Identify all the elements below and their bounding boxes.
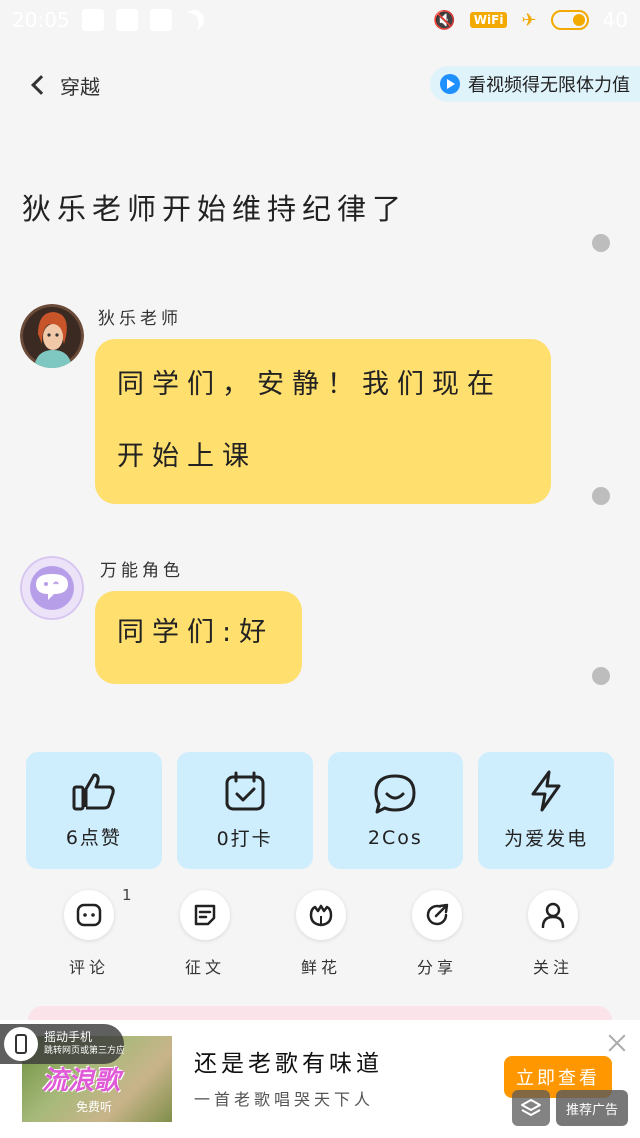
share-icon bbox=[426, 903, 449, 926]
action-cards: 6点赞 0打卡 2Cos 为爱发电 bbox=[26, 752, 614, 869]
wifi-icon: WiFi bbox=[469, 12, 508, 28]
video-reward-label: 看视频得无限体力值 bbox=[468, 75, 630, 96]
follow-label: 关注 bbox=[532, 958, 573, 977]
chat-bubble-avatar-icon bbox=[20, 556, 84, 620]
back-label: 穿越 bbox=[60, 74, 100, 99]
moon-icon bbox=[180, 6, 207, 33]
follow-circle bbox=[528, 890, 578, 940]
gallery-icon bbox=[149, 9, 172, 31]
follow-user-icon bbox=[541, 902, 565, 928]
shake-title: 摇动手机 bbox=[44, 1030, 93, 1044]
share-circle bbox=[412, 890, 462, 940]
check-in-count: 0打卡 bbox=[216, 828, 273, 850]
play-icon bbox=[440, 74, 460, 94]
flower-button[interactable]: 鲜花 bbox=[270, 890, 372, 978]
mute-icon: 🔇 bbox=[433, 9, 456, 31]
speaker-name: 万能角色 bbox=[100, 561, 184, 581]
secondary-actions: 1 评论 征文 鲜花 分享 关注 bbox=[38, 886, 604, 978]
mail-icon bbox=[115, 9, 138, 31]
video-reward-button[interactable]: 看视频得无限体力值 bbox=[430, 66, 640, 102]
essay-icon bbox=[194, 904, 216, 926]
comment-button[interactable]: 1 评论 bbox=[38, 886, 140, 978]
ad-close-icon[interactable] bbox=[606, 1032, 628, 1054]
flower-label: 鲜花 bbox=[300, 958, 341, 977]
status-bar: 20:05 🔇 WiFi ✈ 40 bbox=[0, 0, 640, 40]
more-dot-icon[interactable] bbox=[592, 667, 610, 685]
message-bubble: 同学们，安静！我们现在开始上课 bbox=[95, 339, 551, 504]
comment-label: 评论 bbox=[68, 958, 109, 977]
lightning-icon bbox=[531, 770, 561, 812]
cos-count: 2Cos bbox=[367, 826, 423, 849]
thumbs-up-icon bbox=[72, 773, 115, 811]
ad-image-title: 流浪歌 bbox=[42, 1066, 121, 1096]
like-count: 6点赞 bbox=[65, 827, 122, 849]
essay-circle bbox=[180, 890, 230, 940]
cos-button[interactable]: 2Cos bbox=[327, 752, 464, 869]
ad-layers-button[interactable] bbox=[512, 1090, 550, 1126]
chat-smile-icon bbox=[374, 774, 416, 813]
power-for-love-button[interactable]: 为爱发电 bbox=[478, 752, 614, 869]
avatar-teacher[interactable] bbox=[20, 304, 84, 368]
shake-phone-badge: 摇动手机 跳转网页或第三方应用 bbox=[0, 1024, 124, 1064]
follow-button[interactable]: 关注 bbox=[502, 890, 604, 978]
speaker-name: 狄乐老师 bbox=[98, 309, 182, 329]
ad-title: 还是老歌有味道 bbox=[194, 1051, 383, 1077]
comment-count: 1 bbox=[122, 886, 132, 904]
check-in-button[interactable]: 0打卡 bbox=[176, 752, 313, 869]
battery-level: 40 bbox=[602, 8, 628, 32]
ad-image-sub: 免费听 bbox=[76, 1100, 113, 1114]
comment-icon bbox=[76, 903, 102, 927]
share-button[interactable]: 分享 bbox=[386, 890, 488, 978]
top-nav: 穿越 看视频得无限体力值 bbox=[0, 60, 640, 110]
message-bubble: 同学们:好 bbox=[95, 591, 302, 684]
ad-tag: 推荐广告 bbox=[556, 1090, 628, 1126]
shake-subtitle: 跳转网页或第三方应用 bbox=[44, 1046, 124, 1056]
status-time: 20:05 bbox=[12, 8, 70, 32]
flower-icon bbox=[309, 904, 333, 927]
back-button[interactable]: 穿越 bbox=[31, 71, 100, 100]
story-title: 狄乐老师开始维持纪律了 bbox=[22, 192, 408, 226]
airplane-icon: ✈ bbox=[521, 9, 537, 31]
power-for-love-label: 为爱发电 bbox=[504, 828, 589, 850]
flower-circle bbox=[296, 890, 346, 940]
chevron-left-icon bbox=[31, 75, 51, 95]
ad-description: 一首老歌唱哭天下人 bbox=[194, 1090, 375, 1109]
shake-phone-icon bbox=[4, 1027, 38, 1061]
layers-icon bbox=[521, 1099, 541, 1116]
comment-circle bbox=[64, 890, 114, 940]
essay-button[interactable]: 征文 bbox=[154, 890, 256, 978]
essay-label: 征文 bbox=[184, 958, 225, 977]
notification-icon bbox=[81, 9, 104, 31]
teacher-avatar-icon bbox=[20, 304, 84, 368]
ad-banner[interactable]: 流浪歌 免费听 摇动手机 跳转网页或第三方应用 还是老歌有味道 一首老歌唱哭天下… bbox=[0, 1020, 640, 1138]
more-dot-icon[interactable] bbox=[592, 234, 610, 252]
calendar-check-icon bbox=[225, 771, 265, 811]
battery-toggle-icon bbox=[550, 10, 589, 30]
like-button[interactable]: 6点赞 bbox=[26, 752, 162, 869]
more-dot-icon[interactable] bbox=[592, 487, 610, 505]
share-label: 分享 bbox=[416, 958, 457, 977]
avatar-universal-role[interactable] bbox=[20, 556, 84, 620]
